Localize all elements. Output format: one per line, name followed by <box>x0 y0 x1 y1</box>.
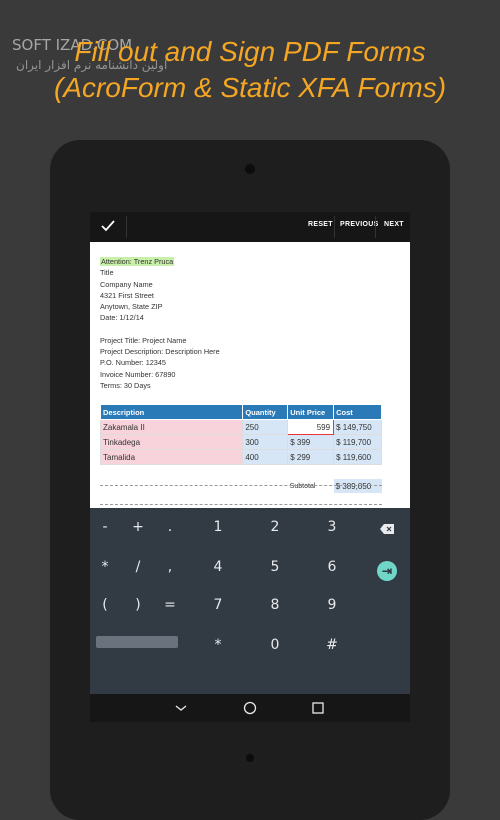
table-header-row: Description Quantity Unit Price Cost <box>99 404 382 420</box>
key-1[interactable]: 1 <box>198 512 238 542</box>
system-nav-bar <box>90 694 410 722</box>
key-4[interactable]: 4 <box>198 552 238 582</box>
quantity-field[interactable]: 300 <box>242 434 289 450</box>
tablet-screen: RESET PREVIOUS NEXT Attention: Trenz Pru… <box>90 212 410 722</box>
toolbar-divider <box>334 216 335 238</box>
project-line: Invoice Number: 67890 <box>100 369 176 379</box>
action-bar: RESET PREVIOUS NEXT <box>90 212 410 242</box>
camera-icon <box>245 164 255 174</box>
tab-icon[interactable]: ⇥ <box>377 561 397 581</box>
key-0[interactable]: 0 <box>255 630 295 660</box>
table-divider <box>100 485 382 486</box>
project-line: Project Description: Description Here <box>100 347 220 357</box>
cost-field[interactable]: $ 119,600 <box>333 449 382 465</box>
key-hash[interactable]: # <box>312 630 352 660</box>
address-line: Date: 1/12/14 <box>100 313 144 323</box>
address-line: 4321 First Street <box>100 290 154 300</box>
next-button[interactable]: NEXT <box>384 221 404 228</box>
quantity-field[interactable]: 250 <box>242 419 289 435</box>
back-chevron-icon[interactable] <box>174 701 188 715</box>
header-quantity: Quantity <box>242 404 289 420</box>
subtotal-row: Subtotal $ 389,050 <box>101 479 382 493</box>
document-body: Attention: Trenz Pruca Title Company Nam… <box>100 256 400 391</box>
header-unit-price: Unit Price <box>287 404 335 420</box>
checkmark-icon[interactable] <box>98 216 118 236</box>
key-6[interactable]: 6 <box>312 552 352 582</box>
description-field[interactable]: Tamalida <box>99 449 244 465</box>
unit-price-field-active[interactable]: 599 <box>287 419 335 435</box>
space-key[interactable] <box>96 636 178 648</box>
subtotal-field[interactable]: $ 389,050 <box>333 479 382 493</box>
key-3[interactable]: 3 <box>312 512 352 542</box>
table-row-empty <box>101 465 382 480</box>
unit-price-field[interactable]: $ 399 <box>287 434 335 450</box>
header-description: Description <box>99 404 244 420</box>
previous-button[interactable]: PREVIOUS <box>340 221 379 228</box>
headline-line1: Fill out and Sign PDF Forms <box>74 36 426 67</box>
key-8[interactable]: 8 <box>255 590 295 620</box>
tablet-device: RESET PREVIOUS NEXT Attention: Trenz Pru… <box>50 140 450 820</box>
project-line: Project Title: Project Name <box>100 335 187 345</box>
address-line: Company Name <box>100 279 153 289</box>
backspace-icon[interactable] <box>380 524 394 534</box>
description-field[interactable]: Tinkadega <box>99 434 244 450</box>
toolbar-divider <box>375 216 376 238</box>
numeric-keypad: - + . 1 2 3 * / , 4 5 6 ⇥ ( ) = 7 8 9 * <box>90 508 410 694</box>
cost-field[interactable]: $ 149,750 <box>333 419 382 435</box>
headline-line2: (AcroForm & Static XFA Forms) <box>53 72 447 103</box>
project-line: P.O. Number: 12345 <box>100 358 166 368</box>
key-asterisk[interactable]: * <box>198 630 238 660</box>
address-line: Title <box>100 268 114 278</box>
key-9[interactable]: 9 <box>312 590 352 620</box>
unit-price-field[interactable]: $ 299 <box>287 449 335 465</box>
reset-button[interactable]: RESET <box>308 221 333 228</box>
address-line: Anytown, State ZIP <box>100 302 163 312</box>
toolbar-divider <box>126 216 127 238</box>
attention-line[interactable]: Attention: Trenz Pruca <box>100 256 400 267</box>
home-sensor-icon <box>246 754 254 762</box>
key-comma[interactable]: , <box>150 552 190 582</box>
cost-field[interactable]: $ 119,700 <box>333 434 382 450</box>
quantity-field[interactable]: 400 <box>242 449 289 465</box>
key-5[interactable]: 5 <box>255 552 295 582</box>
header-cost: Cost <box>333 404 382 420</box>
promo-headline: Fill out and Sign PDF Forms (AcroForm & … <box>0 34 500 106</box>
description-field[interactable]: Zakamala II <box>99 419 244 435</box>
invoice-table: Description Quantity Unit Price Cost Zak… <box>99 404 382 493</box>
key-equals[interactable]: = <box>150 590 190 620</box>
table-row: Tamalida 400 $ 299 $ 119,600 <box>99 449 382 465</box>
table-row: Tinkadega 300 $ 399 $ 119,700 <box>99 434 382 450</box>
subtotal-label: Subtotal <box>289 482 316 490</box>
recents-square-icon[interactable] <box>311 701 325 715</box>
table-divider <box>100 504 382 505</box>
key-7[interactable]: 7 <box>198 590 238 620</box>
project-line: Terms: 30 Days <box>100 380 151 390</box>
attention-field[interactable]: Attention: Trenz Pruca <box>100 257 175 266</box>
table-row: Zakamala II 250 599 $ 149,750 <box>99 419 382 435</box>
key-period[interactable]: . <box>150 512 190 542</box>
key-2[interactable]: 2 <box>255 512 295 542</box>
home-circle-icon[interactable] <box>243 701 257 715</box>
